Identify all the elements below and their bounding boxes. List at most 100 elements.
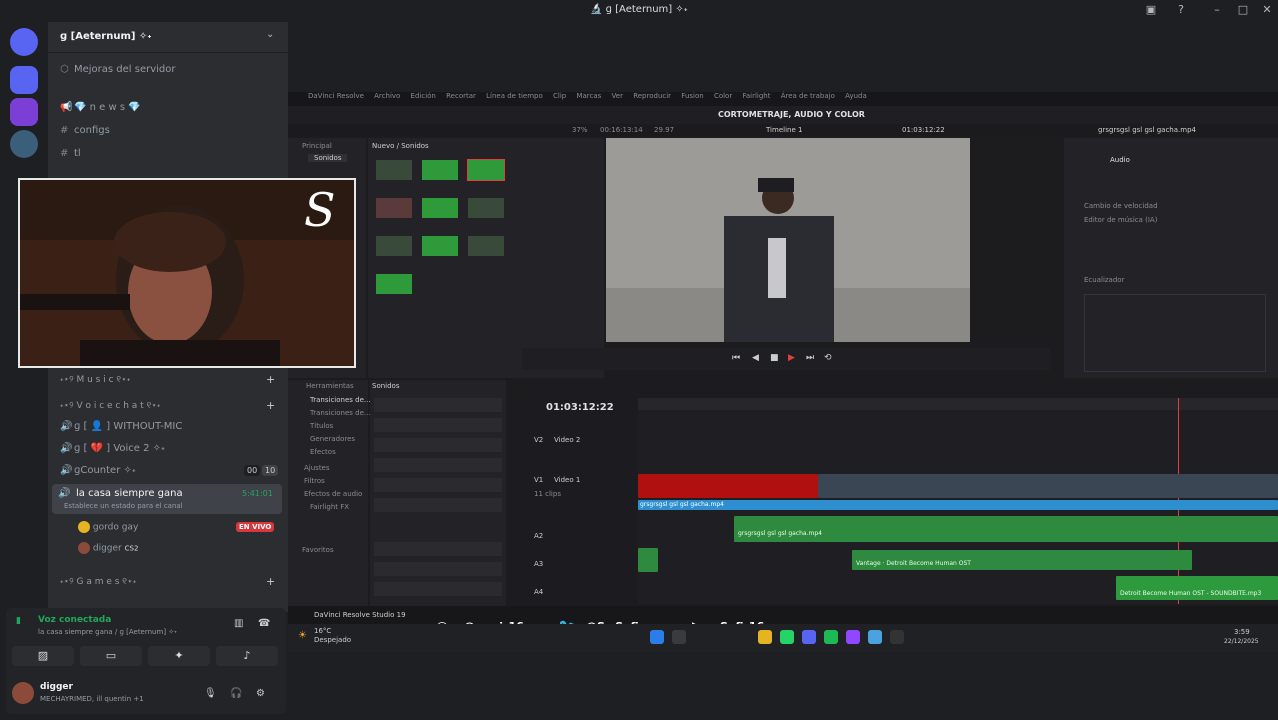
inspector-row[interactable]: Ecualizador — [1084, 276, 1124, 284]
voice-channel-voice2[interactable]: 🔊 ɡ [ 💔 ] Voice 2 ✧˖ — [60, 443, 165, 454]
menu-item[interactable]: Fusion — [681, 92, 703, 100]
minimize-icon[interactable]: – — [1210, 3, 1224, 17]
media-clip[interactable] — [376, 274, 412, 294]
settings-gear-icon[interactable]: ⚙ — [256, 688, 265, 699]
audio-clip[interactable] — [638, 548, 658, 572]
voice-user[interactable]: digger CS2 — [78, 542, 138, 554]
effect-item[interactable] — [374, 418, 502, 432]
menu-item[interactable]: Recortar — [446, 92, 476, 100]
media-clip[interactable] — [376, 160, 412, 180]
inbox-icon[interactable]: ▣ — [1144, 3, 1158, 17]
effect-item[interactable] — [374, 562, 502, 576]
video-clip[interactable] — [818, 474, 1278, 498]
effect-item[interactable] — [374, 498, 502, 512]
audio-clip[interactable]: Detroit Become Human OST - SOUNDBITE.mp3 — [1116, 576, 1278, 600]
timeline[interactable]: grsgrsgsl gsl gsl gacha.mp4 grsgrsgsl gs… — [638, 398, 1278, 604]
menu-item[interactable]: Ver — [612, 92, 623, 100]
clock-time[interactable]: 3:59 — [1234, 628, 1250, 636]
zoom-level[interactable]: 37% — [572, 126, 588, 134]
effects-category[interactable]: Efectos — [310, 448, 336, 456]
skip-forward-icon[interactable]: ⏭ — [806, 353, 814, 363]
inspector-row[interactable]: Editor de música (IA) — [1084, 216, 1157, 224]
media-clip[interactable] — [422, 198, 458, 218]
effects-category[interactable]: Herramientas — [306, 382, 354, 390]
play-reverse-icon[interactable]: ◀ — [752, 353, 759, 363]
media-clip[interactable] — [468, 236, 504, 256]
close-icon[interactable]: ✕ — [1260, 3, 1274, 17]
menu-item[interactable]: Clip — [553, 92, 566, 100]
voice-channel-without-mic[interactable]: 🔊 ɡ [ 👤 ] WITHOUT-MIC — [60, 421, 182, 432]
menu-item[interactable]: Marcas — [576, 92, 601, 100]
activities-button[interactable]: ✦ — [148, 646, 210, 666]
video-clip[interactable] — [638, 474, 818, 498]
resolve-icon[interactable] — [890, 630, 904, 644]
track-name[interactable]: Video 1 — [554, 476, 580, 484]
menu-item[interactable]: Reproducir — [633, 92, 671, 100]
effects-category[interactable]: Fairlight FX — [310, 503, 349, 511]
help-icon[interactable]: ? — [1174, 3, 1188, 17]
loop-icon[interactable]: ⟲ — [824, 353, 832, 363]
menu-item[interactable]: Línea de tiempo — [486, 92, 543, 100]
effects-category[interactable]: Títulos — [310, 422, 333, 430]
media-clip[interactable] — [422, 236, 458, 256]
discord-home-icon[interactable] — [10, 28, 38, 56]
voice-location[interactable]: la casa siempre gana / ɡ [Aeternum] ✧˖ — [38, 628, 177, 636]
weather-text[interactable]: 16°C Despejado — [314, 627, 354, 645]
effects-category[interactable]: Filtros — [304, 477, 325, 485]
category-voice[interactable]: ˖⋆୨ V o i c e c h a t ୧⋆˖ — [60, 401, 160, 411]
media-clip-selected[interactable] — [467, 159, 505, 181]
inspector-tab-audio[interactable]: Audio — [1110, 156, 1130, 164]
effect-item[interactable] — [374, 398, 502, 412]
category-music[interactable]: ˖⋆୨ M u s i c ୧⋆˖ — [60, 375, 130, 385]
voice-channel-active[interactable]: 🔊 la casa siempre gana 5:41:01 Establece… — [52, 484, 282, 514]
timeline-ruler[interactable] — [638, 398, 1278, 410]
spotify-icon[interactable] — [824, 630, 838, 644]
microphone-icon[interactable]: 🎙 — [204, 688, 217, 699]
voice-user[interactable]: gordo gay — [78, 521, 138, 533]
menu-item[interactable]: Color — [714, 92, 732, 100]
skip-back-icon[interactable]: ⏮ — [732, 353, 740, 363]
timeline-name[interactable]: Timeline 1 — [766, 126, 802, 134]
menu-item[interactable]: Archivo — [374, 92, 400, 100]
audio-clip[interactable]: Vantage · Detroit Become Human OST — [852, 550, 1192, 570]
channel-configs[interactable]: # configs — [60, 125, 110, 136]
bin-principal[interactable]: Principal — [302, 142, 332, 150]
soundboard-button[interactable]: ♪ — [216, 646, 278, 666]
channel-status[interactable]: Establece un estado para el canal — [64, 502, 183, 510]
disconnect-icon[interactable]: ☎ — [258, 618, 270, 629]
audio-clip[interactable]: grsgrsgsl gsl gsl gacha.mp4 — [734, 516, 1278, 542]
effect-item[interactable] — [374, 582, 502, 596]
server-boost[interactable]: ⬡ Mejoras del servidor — [60, 64, 176, 75]
effects-category[interactable]: Efectos de audio — [304, 490, 362, 498]
add-channel-icon[interactable]: + — [266, 373, 275, 386]
clock-date[interactable]: 22/12/2025 — [1224, 638, 1259, 645]
menu-item[interactable]: Fairlight — [742, 92, 770, 100]
file-explorer-icon[interactable] — [758, 630, 772, 644]
equalizer-graph[interactable] — [1084, 294, 1266, 372]
server-icon[interactable] — [10, 98, 38, 126]
start-icon[interactable] — [650, 630, 664, 644]
effect-item[interactable] — [374, 542, 502, 556]
media-clip[interactable] — [376, 198, 412, 218]
menu-item[interactable]: Edición — [411, 92, 436, 100]
media-clip[interactable] — [422, 160, 458, 180]
media-clip[interactable] — [376, 236, 412, 256]
video-clip-bar[interactable]: grsgrsgsl gsl gsl gacha.mp4 — [638, 500, 1278, 510]
effect-item[interactable] — [374, 438, 502, 452]
effects-category[interactable]: Ajustes — [304, 464, 330, 472]
add-channel-icon[interactable]: + — [266, 399, 275, 412]
server-icon[interactable] — [10, 66, 38, 94]
effects-category[interactable]: Favoritos — [302, 546, 334, 554]
server-icon[interactable] — [10, 130, 38, 158]
add-channel-icon[interactable]: + — [266, 575, 275, 588]
media-clip[interactable] — [468, 198, 504, 218]
headphones-icon[interactable]: 🎧 — [230, 688, 242, 699]
menu-item[interactable]: DaVinci Resolve — [308, 92, 364, 100]
inspector-row[interactable]: Cambio de velocidad — [1084, 202, 1158, 210]
effects-category[interactable]: Transiciones de... — [310, 409, 371, 417]
whatsapp-icon[interactable] — [780, 630, 794, 644]
avatar[interactable] — [12, 682, 34, 704]
noise-suppression-icon[interactable]: ▥ — [234, 618, 243, 629]
menu-item[interactable]: Área de trabajo — [781, 92, 835, 100]
menu-item[interactable]: Ayuda — [845, 92, 867, 100]
